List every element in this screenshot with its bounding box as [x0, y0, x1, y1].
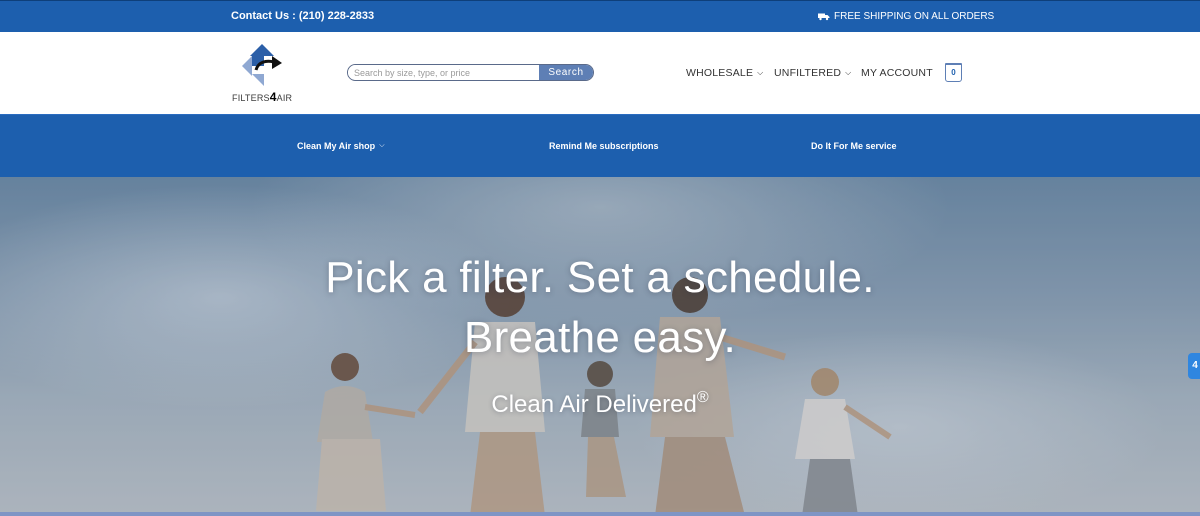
- subnav-clean-my-air-label: Clean My Air shop: [297, 141, 376, 151]
- side-feedback-tab[interactable]: 4: [1188, 353, 1200, 379]
- hero-headline-line1: Pick a filter. Set a schedule.: [325, 253, 875, 302]
- hero-tagline-text: Clean Air Delivered: [491, 391, 697, 418]
- hero-headline-line2: Breathe easy.: [463, 313, 737, 362]
- cart-count-badge: 0: [951, 68, 956, 77]
- chevron-down-icon: ⌵: [379, 142, 385, 149]
- site-header: FILTERS4AIR Search WHOLESALE ⌵ UNFILTERE…: [0, 32, 1200, 114]
- logo-word-four: 4: [269, 90, 277, 104]
- secondary-nav: Clean My Air shop ⌵ Remind Me subscripti…: [0, 114, 1200, 177]
- hero-banner: Pick a filter. Set a schedule. Breathe e…: [0, 177, 1200, 516]
- registered-mark: ®: [696, 389, 709, 406]
- hero-tagline: Clean Air Delivered®: [0, 389, 1200, 419]
- nav-unfiltered[interactable]: UNFILTERED ⌵: [774, 67, 851, 79]
- top-bar: Contact Us : (210) 228-2833 FREE SHIPPIN…: [0, 0, 1200, 32]
- nav-my-account-label: MY ACCOUNT: [861, 67, 933, 79]
- subnav-do-it-for-me-service[interactable]: Do It For Me service: [811, 141, 897, 151]
- logo-word-air: AIR: [276, 93, 293, 103]
- logo-wordmark: FILTERS4AIR: [232, 90, 292, 104]
- search-button[interactable]: Search: [539, 65, 593, 80]
- nav-wholesale-label: WHOLESALE: [686, 67, 754, 79]
- search-input[interactable]: [348, 65, 539, 80]
- nav-wholesale[interactable]: WHOLESALE ⌵: [686, 67, 763, 79]
- subnav-clean-my-air-shop[interactable]: Clean My Air shop ⌵: [297, 141, 385, 151]
- subnav-remind-me-subscriptions[interactable]: Remind Me subscriptions: [549, 141, 659, 151]
- contact-phone-link[interactable]: Contact Us : (210) 228-2833: [231, 10, 374, 22]
- logo-mark-icon: [242, 44, 282, 86]
- truck-icon: [818, 13, 830, 21]
- subnav-remind-me-label: Remind Me subscriptions: [549, 141, 659, 151]
- nav-my-account[interactable]: MY ACCOUNT: [861, 67, 933, 79]
- logo-word-filters: FILTERS: [232, 93, 270, 103]
- chevron-down-icon: ⌵: [845, 68, 852, 77]
- free-shipping-notice: FREE SHIPPING ON ALL ORDERS: [818, 11, 994, 22]
- subnav-do-it-for-me-label: Do It For Me service: [811, 141, 897, 151]
- nav-unfiltered-label: UNFILTERED: [774, 67, 842, 79]
- cart-button[interactable]: 0: [945, 63, 962, 82]
- chevron-down-icon: ⌵: [757, 68, 764, 77]
- site-logo[interactable]: FILTERS4AIR: [232, 44, 294, 104]
- free-shipping-text: FREE SHIPPING ON ALL ORDERS: [834, 11, 995, 22]
- search-bar: Search: [347, 64, 594, 81]
- hero-bottom-edge: [0, 512, 1200, 516]
